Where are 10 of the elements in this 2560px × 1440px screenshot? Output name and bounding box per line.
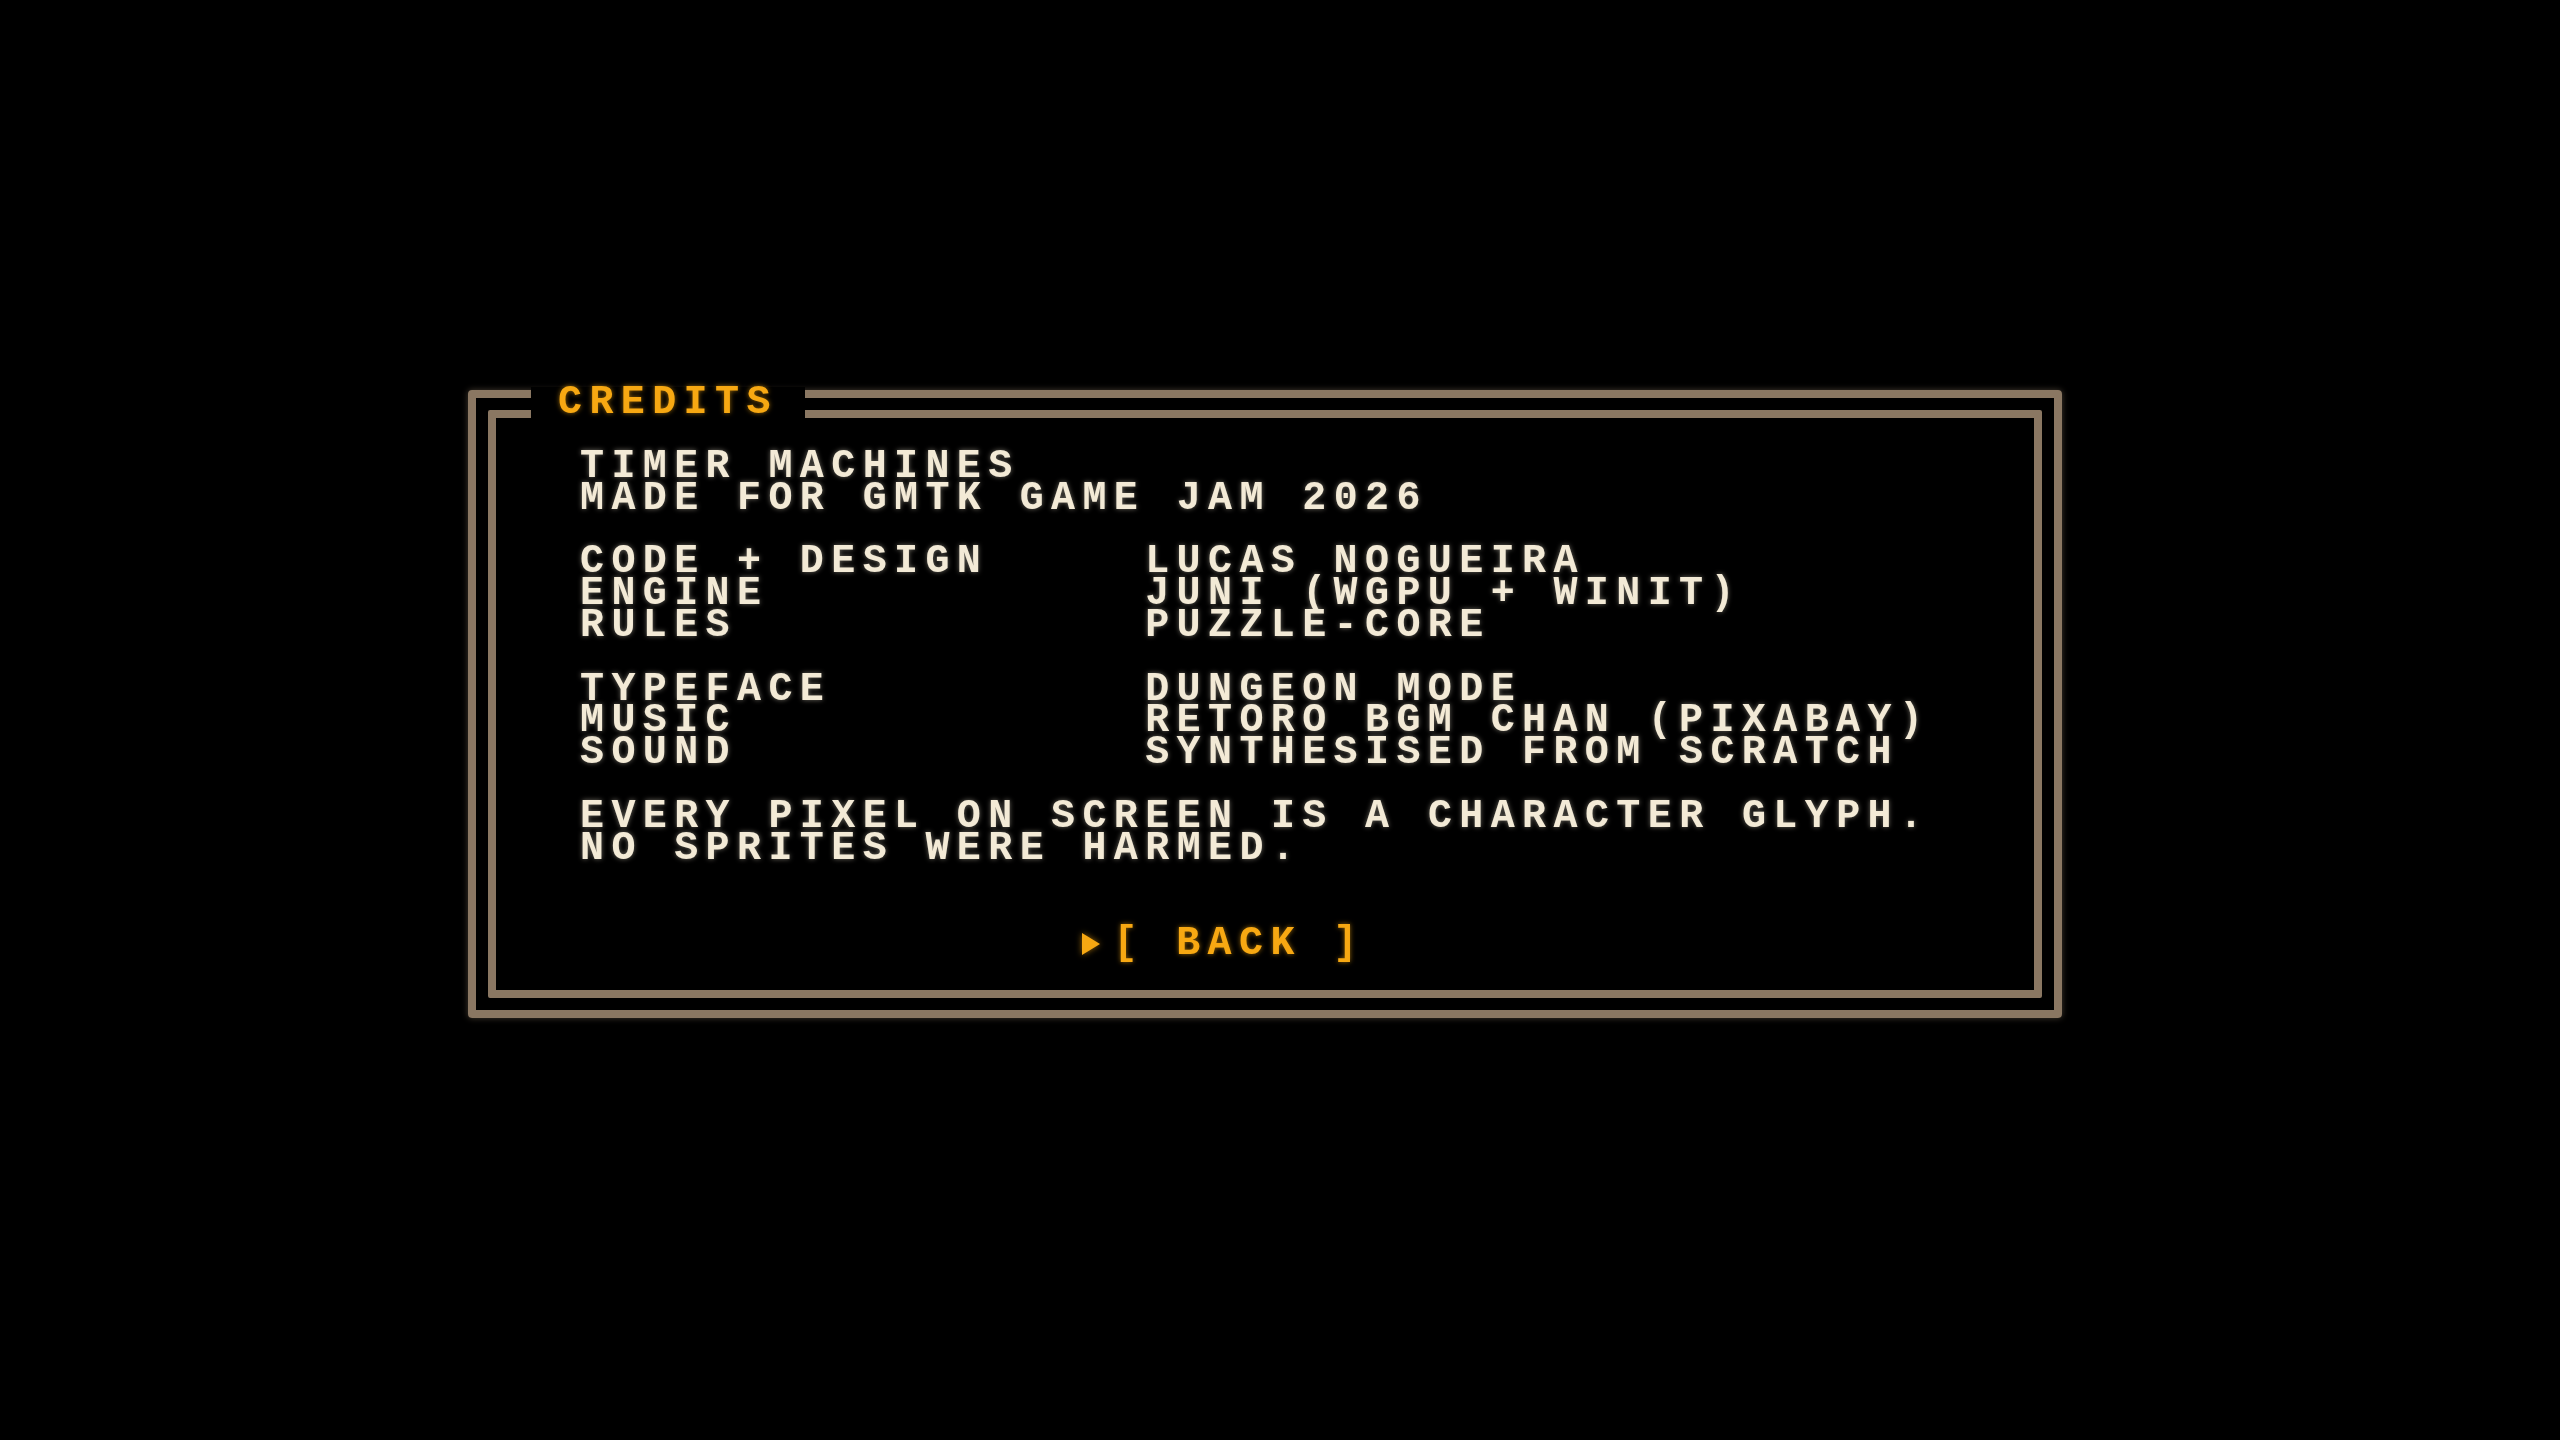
credit-name: PUZZLE-CORE xyxy=(1145,610,1491,642)
credit-role: ENGINE xyxy=(580,578,769,610)
footer-line: NO SPRITES WERE HARMED. xyxy=(580,832,1303,865)
footer-line: EVERY PIXEL ON SCREEN IS A CHARACTER GLYPH. xyxy=(580,800,1931,833)
header-line: MADE FOR GMTK GAME JAM 2026 xyxy=(580,482,1428,515)
caret-right-icon xyxy=(1082,932,1101,955)
credit-role: RULES xyxy=(580,610,738,642)
panel-title: CREDITS xyxy=(531,387,805,419)
credit-role: SOUND xyxy=(580,737,738,769)
header-line: TIMER MACHINES xyxy=(580,451,1020,483)
